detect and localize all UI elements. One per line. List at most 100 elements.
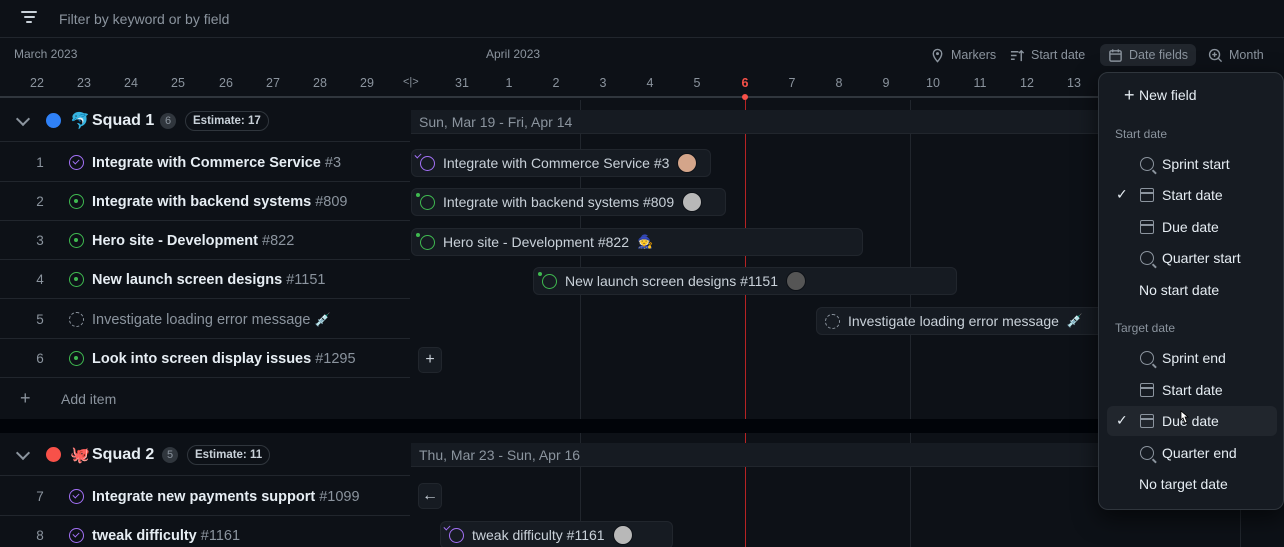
item-title[interactable]: tweak difficulty #1161 bbox=[92, 528, 240, 544]
item-title[interactable]: New launch screen designs #1151 bbox=[92, 272, 325, 288]
start-option-due-date[interactable]: Due date bbox=[1107, 212, 1277, 242]
syringe-emoji-icon: 💉 bbox=[1066, 313, 1084, 328]
item-title[interactable]: Investigate loading error message 💉 bbox=[92, 312, 331, 328]
item-title[interactable]: Hero site - Development #822 bbox=[92, 233, 294, 249]
option-label: Sprint end bbox=[1162, 350, 1226, 366]
day-label: 27 bbox=[266, 76, 280, 90]
calendar-icon bbox=[1140, 383, 1154, 397]
add-item-row[interactable]: + Add item bbox=[0, 379, 410, 418]
date-fields-label: Date fields bbox=[1129, 48, 1189, 62]
target-option-due-date[interactable]: ✓ Due date bbox=[1107, 406, 1277, 436]
item-title-text: Integrate with backend systems bbox=[92, 194, 312, 210]
check-icon: ✓ bbox=[1116, 186, 1128, 202]
day-label: 3 bbox=[599, 76, 607, 90]
item-title-text: Integrate with Commerce Service bbox=[92, 155, 321, 171]
add-date-button[interactable]: + bbox=[418, 347, 442, 373]
row-number: 1 bbox=[36, 155, 44, 170]
timeline-bar[interactable]: Integrate with backend systems #809 bbox=[411, 188, 726, 216]
day-label: 2 bbox=[552, 76, 560, 90]
bar-label: Integrate with backend systems #809 bbox=[443, 194, 675, 210]
day-label: 31 bbox=[455, 76, 469, 90]
month-header: March 2023 April 2023 Markers Start date… bbox=[0, 38, 1284, 68]
timeline-bar[interactable]: Hero site - Development #822 🧙 bbox=[411, 228, 863, 256]
day-label: 25 bbox=[171, 76, 185, 90]
plus-icon: + bbox=[20, 388, 31, 408]
check-icon: ✓ bbox=[1116, 412, 1128, 428]
open-issue-icon bbox=[69, 194, 84, 209]
group-range-bar: Sun, Mar 19 - Fri, Apr 14 bbox=[411, 110, 1101, 134]
chevron-down-icon[interactable] bbox=[15, 111, 31, 126]
open-issue-icon bbox=[69, 272, 84, 287]
item-ref: #1099 bbox=[319, 489, 360, 505]
timeline-bar[interactable]: tweak difficulty #1161 bbox=[440, 521, 673, 547]
day-label: 10 bbox=[926, 76, 940, 90]
target-option-sprint-end[interactable]: Sprint end bbox=[1107, 343, 1277, 373]
new-field-option[interactable]: + New field bbox=[1107, 80, 1277, 110]
calendar-icon bbox=[1140, 220, 1154, 234]
start-option-sprint-start[interactable]: Sprint start bbox=[1107, 149, 1277, 179]
row-number: 8 bbox=[36, 528, 44, 543]
zoom-month-button[interactable]: Month bbox=[1208, 44, 1264, 66]
day-label: 29 bbox=[360, 76, 374, 90]
table-row[interactable]: 5 Investigate loading error message 💉 bbox=[0, 300, 410, 339]
dolphin-emoji-icon: 🐬 bbox=[70, 112, 90, 130]
day-label: 7 bbox=[788, 76, 796, 90]
target-option-start-date[interactable]: Start date bbox=[1107, 375, 1277, 405]
date-fields-button[interactable]: Date fields bbox=[1100, 44, 1197, 66]
table-row[interactable]: 4 New launch screen designs #1151 bbox=[0, 260, 410, 299]
mouse-pointer-icon bbox=[1180, 410, 1190, 424]
markers-button[interactable]: Markers bbox=[930, 44, 996, 66]
column-resize-handle[interactable]: <|> bbox=[403, 76, 419, 88]
bar-label: Investigate loading error message bbox=[848, 313, 1059, 329]
closed-issue-icon bbox=[69, 528, 84, 543]
item-title[interactable]: Look into screen display issues #1295 bbox=[92, 351, 356, 367]
item-title-text: tweak difficulty bbox=[92, 528, 197, 544]
timeline-bar[interactable]: Integrate with Commerce Service #3 bbox=[411, 149, 711, 177]
open-issue-icon bbox=[420, 194, 435, 210]
calendar-icon bbox=[1140, 188, 1154, 202]
table-row[interactable]: 7 Integrate new payments support #1099 bbox=[0, 477, 410, 516]
table-row[interactable]: 3 Hero site - Development #822 bbox=[0, 221, 410, 260]
item-title[interactable]: Integrate with Commerce Service #3 bbox=[92, 155, 341, 171]
row-number: 2 bbox=[36, 194, 44, 209]
group-count-badge: 6 bbox=[160, 112, 177, 129]
item-ref: #1161 bbox=[200, 528, 241, 544]
item-title[interactable]: Integrate new payments support #1099 bbox=[92, 489, 360, 505]
day-label-today: 6 bbox=[741, 76, 749, 90]
group-name: Squad 1 bbox=[92, 111, 155, 129]
row-number: 4 bbox=[36, 272, 44, 287]
day-label: 1 bbox=[505, 76, 513, 90]
group-header[interactable]: 🐙 Squad 2 5 Estimate: 11 bbox=[0, 434, 410, 476]
table-row[interactable]: 2 Integrate with backend systems #809 bbox=[0, 182, 410, 221]
timeline-bar[interactable]: Investigate loading error message 💉 bbox=[816, 307, 1116, 335]
item-ref: #822 bbox=[262, 233, 295, 249]
new-field-label: New field bbox=[1139, 87, 1197, 103]
table-row[interactable]: 1 Integrate with Commerce Service #3 bbox=[0, 143, 410, 182]
sort-start-date-button[interactable]: Start date bbox=[1010, 44, 1085, 66]
date-fields-menu: + New field Start date Sprint start ✓ St… bbox=[1098, 72, 1284, 510]
start-option-quarter-start[interactable]: Quarter start bbox=[1107, 243, 1277, 273]
iteration-icon bbox=[1140, 251, 1154, 265]
table-row[interactable]: 8 tweak difficulty #1161 bbox=[0, 516, 410, 547]
start-option-none[interactable]: No start date bbox=[1107, 275, 1277, 305]
month-label: April 2023 bbox=[486, 47, 541, 61]
table-row[interactable]: 6 Look into screen display issues #1295 bbox=[0, 339, 410, 378]
chevron-down-icon[interactable] bbox=[15, 445, 31, 460]
option-label: Quarter end bbox=[1162, 445, 1237, 461]
filter-icon[interactable] bbox=[20, 11, 38, 25]
filter-input[interactable]: Filter by keyword or by field bbox=[59, 11, 229, 27]
item-title[interactable]: Integrate with backend systems #809 bbox=[92, 194, 347, 210]
avatar bbox=[612, 525, 633, 545]
start-option-start-date[interactable]: ✓ Start date bbox=[1107, 180, 1277, 210]
timeline-bar[interactable]: New launch screen designs #1151 bbox=[533, 267, 957, 295]
target-option-none[interactable]: No target date bbox=[1107, 469, 1277, 499]
open-issue-icon bbox=[69, 351, 84, 366]
location-pin-icon bbox=[932, 48, 943, 63]
group-header[interactable]: 🐬 Squad 1 6 Estimate: 17 bbox=[0, 100, 410, 142]
group-color-dot bbox=[46, 113, 61, 128]
item-ref: #1151 bbox=[286, 272, 326, 288]
plus-icon: + bbox=[1124, 85, 1135, 105]
group-range-bar: Thu, Mar 23 - Sun, Apr 16 bbox=[411, 443, 1101, 467]
target-option-quarter-end[interactable]: Quarter end bbox=[1107, 438, 1277, 468]
scroll-to-bar-button[interactable]: ← bbox=[418, 483, 442, 509]
